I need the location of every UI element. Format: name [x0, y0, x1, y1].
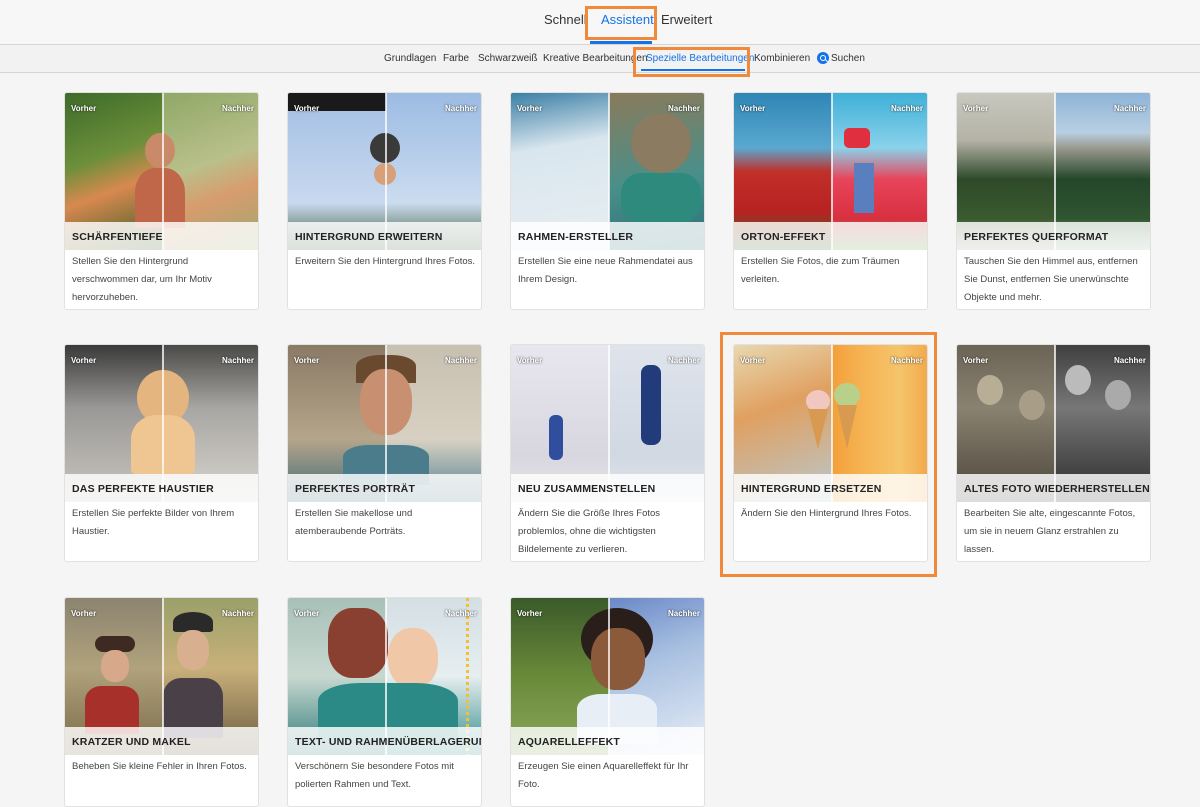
- card-title: ORTON-EFFEKT: [734, 222, 927, 250]
- card-das-perfekte-haustier[interactable]: Vorher Nachher DAS PERFEKTE HAUSTIER Ers…: [64, 344, 259, 562]
- search-icon[interactable]: [817, 52, 829, 64]
- after-label: Nachher: [1113, 104, 1146, 113]
- card-rahmen-ersteller[interactable]: Vorher Nachher RAHMEN-ERSTELLER Erstelle…: [510, 92, 705, 310]
- card-title: RAHMEN-ERSTELLER: [511, 222, 704, 250]
- card-title: NEU ZUSAMMENSTELLEN: [511, 474, 704, 502]
- after-label: Nachher: [444, 104, 477, 113]
- card-title: PERFEKTES QUERFORMAT: [957, 222, 1150, 250]
- before-label: Vorher: [517, 104, 543, 113]
- before-label: Vorher: [517, 356, 543, 365]
- card-hintergrund-erweitern[interactable]: Vorher Nachher HINTERGRUND ERWEITERN Erw…: [287, 92, 482, 310]
- tab-kombinieren[interactable]: Kombinieren: [754, 53, 810, 64]
- card-description: Erzeugen Sie einen Aquarelleffekt für Ih…: [518, 761, 689, 790]
- card-title: HINTERGRUND ERSETZEN: [734, 474, 927, 502]
- card-title: KRATZER UND MAKEL: [65, 727, 258, 755]
- card-aquarelleffekt[interactable]: Vorher Nachher AQUARELLEFFEKT Erzeugen S…: [510, 597, 705, 807]
- card-title: AQUARELLEFFEKT: [511, 727, 704, 755]
- after-label: Nachher: [890, 356, 923, 365]
- card-description: Stellen Sie den Hintergrund verschwommen…: [72, 256, 212, 303]
- card-text-und-rahmenueberlagerung[interactable]: Vorher Nachher TEXT- UND RAHMENÜBERLAGER…: [287, 597, 482, 807]
- card-description: Verschönern Sie besondere Fotos mit poli…: [295, 761, 454, 790]
- tab-spezielle-bearbeitungen[interactable]: Spezielle Bearbeitungen: [646, 53, 754, 64]
- card-kratzer-und-makel[interactable]: Vorher Nachher KRATZER UND MAKEL Beheben…: [64, 597, 259, 807]
- after-label: Nachher: [667, 356, 700, 365]
- before-label: Vorher: [963, 104, 989, 113]
- mode-tab-bar: Schnell Assistent Erweitert: [0, 0, 1200, 45]
- card-description: Ändern Sie die Größe Ihres Fotos problem…: [518, 508, 661, 555]
- card-description: Ändern Sie den Hintergrund Ihres Fotos.: [741, 508, 912, 519]
- tab-schwarzweiss[interactable]: Schwarzweiß: [478, 53, 537, 64]
- after-label: Nachher: [890, 104, 923, 113]
- card-hintergrund-ersetzen[interactable]: Vorher Nachher HINTERGRUND ERSETZEN Ände…: [733, 344, 928, 562]
- before-label: Vorher: [294, 104, 320, 113]
- card-neu-zusammenstellen[interactable]: Vorher Nachher NEU ZUSAMMENSTELLEN Änder…: [510, 344, 705, 562]
- card-title: SCHÄRFENTIEFE: [65, 222, 258, 250]
- card-description: Bearbeiten Sie alte, eingescannte Fotos,…: [964, 508, 1136, 555]
- before-label: Vorher: [963, 356, 989, 365]
- tab-farbe[interactable]: Farbe: [443, 53, 469, 64]
- card-title: DAS PERFEKTE HAUSTIER: [65, 474, 258, 502]
- before-label: Vorher: [517, 609, 543, 618]
- after-label: Nachher: [1113, 356, 1146, 365]
- after-label: Nachher: [444, 356, 477, 365]
- before-label: Vorher: [740, 104, 766, 113]
- before-label: Vorher: [740, 356, 766, 365]
- card-title: TEXT- UND RAHMENÜBERLAGERUNG: [288, 727, 481, 755]
- card-description: Erstellen Sie makellose und atemberauben…: [295, 508, 413, 537]
- tab-schnell[interactable]: Schnell: [544, 12, 587, 27]
- card-title: ALTES FOTO WIEDERHERSTELLEN: [957, 474, 1150, 502]
- card-description: Erweitern Sie den Hintergrund Ihres Foto…: [295, 256, 476, 267]
- card-description: Erstellen Sie eine neue Rahmendatei aus …: [518, 256, 693, 285]
- tab-assistent[interactable]: Assistent: [601, 12, 654, 27]
- before-label: Vorher: [71, 356, 97, 365]
- after-label: Nachher: [667, 104, 700, 113]
- before-label: Vorher: [294, 609, 320, 618]
- card-description: Erstellen Sie perfekte Bilder von Ihrem …: [72, 508, 235, 537]
- active-category-indicator: [641, 69, 745, 71]
- card-perfektes-querformat[interactable]: Vorher Nachher PERFEKTES QUERFORMAT Taus…: [956, 92, 1151, 310]
- before-label: Vorher: [294, 356, 320, 365]
- tab-erweitert[interactable]: Erweitert: [661, 12, 712, 27]
- card-orton-effekt[interactable]: Vorher Nachher ORTON-EFFEKT Erstellen Si…: [733, 92, 928, 310]
- card-perfektes-portraet[interactable]: Vorher Nachher PERFEKTES PORTRÄT Erstell…: [287, 344, 482, 562]
- card-altes-foto-wiederherstellen[interactable]: Vorher Nachher ALTES FOTO WIEDERHERSTELL…: [956, 344, 1151, 562]
- card-schaerfentiefe[interactable]: Vorher Nachher SCHÄRFENTIEFE Stellen Sie…: [64, 92, 259, 310]
- card-title: PERFEKTES PORTRÄT: [288, 474, 481, 502]
- card-description: Beheben Sie kleine Fehler in Ihren Fotos…: [72, 761, 247, 772]
- tab-suchen[interactable]: Suchen: [831, 53, 865, 64]
- after-label: Nachher: [667, 609, 700, 618]
- before-label: Vorher: [71, 609, 97, 618]
- card-description: Tauschen Sie den Himmel aus, entfernen S…: [964, 256, 1138, 303]
- card-title: HINTERGRUND ERWEITERN: [288, 222, 481, 250]
- after-label: Nachher: [221, 356, 254, 365]
- active-tab-indicator: [590, 41, 652, 44]
- after-label: Nachher: [221, 104, 254, 113]
- after-label: Nachher: [221, 609, 254, 618]
- tab-kreative-bearbeitungen[interactable]: Kreative Bearbeitungen: [543, 53, 648, 64]
- card-description: Erstellen Sie Fotos, die zum Träumen ver…: [741, 256, 900, 285]
- category-tab-bar: Grundlagen Farbe Schwarzweiß Kreative Be…: [0, 45, 1200, 73]
- tab-grundlagen[interactable]: Grundlagen: [384, 53, 436, 64]
- after-label: Nachher: [444, 609, 477, 618]
- before-label: Vorher: [71, 104, 97, 113]
